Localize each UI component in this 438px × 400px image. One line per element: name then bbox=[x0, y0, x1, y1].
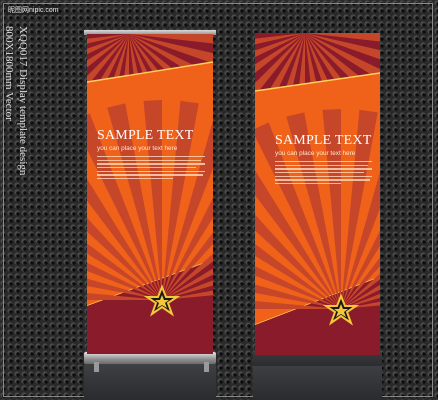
template-size-line: 800X1800mm Vector bbox=[3, 26, 15, 121]
banner-2-artwork bbox=[255, 33, 380, 355]
banner-2-text-block: SAMPLE TEXT you can place your text here bbox=[275, 133, 372, 187]
template-code-line: XQQ017 Display template design bbox=[17, 26, 29, 176]
stand-foot-left bbox=[94, 362, 99, 372]
banner-1-artwork bbox=[87, 34, 213, 354]
shelf-left bbox=[84, 364, 216, 400]
banner-2-placeholder-lines bbox=[275, 161, 372, 185]
rollup-banner-2: SAMPLE TEXT you can place your text here bbox=[255, 33, 380, 355]
watermark: 昵图网nipic.com bbox=[6, 5, 61, 15]
banner-2-subtitle: you can place your text here bbox=[275, 150, 356, 157]
stand-foot-right bbox=[204, 362, 209, 372]
template-description: XQQ017 Display template design 800X1800m… bbox=[2, 26, 30, 175]
banner-1-text-block: SAMPLE TEXT you can place your text here bbox=[97, 128, 205, 182]
shelf-right bbox=[253, 364, 382, 400]
rollup-banner-1: SAMPLE TEXT you can place your text here bbox=[87, 34, 213, 354]
banner-1-title: SAMPLE TEXT bbox=[97, 128, 194, 143]
banner-1-placeholder-lines bbox=[97, 156, 205, 180]
banner-1-subtitle: you can place your text here bbox=[97, 145, 178, 152]
banner-2-title: SAMPLE TEXT bbox=[275, 133, 372, 148]
